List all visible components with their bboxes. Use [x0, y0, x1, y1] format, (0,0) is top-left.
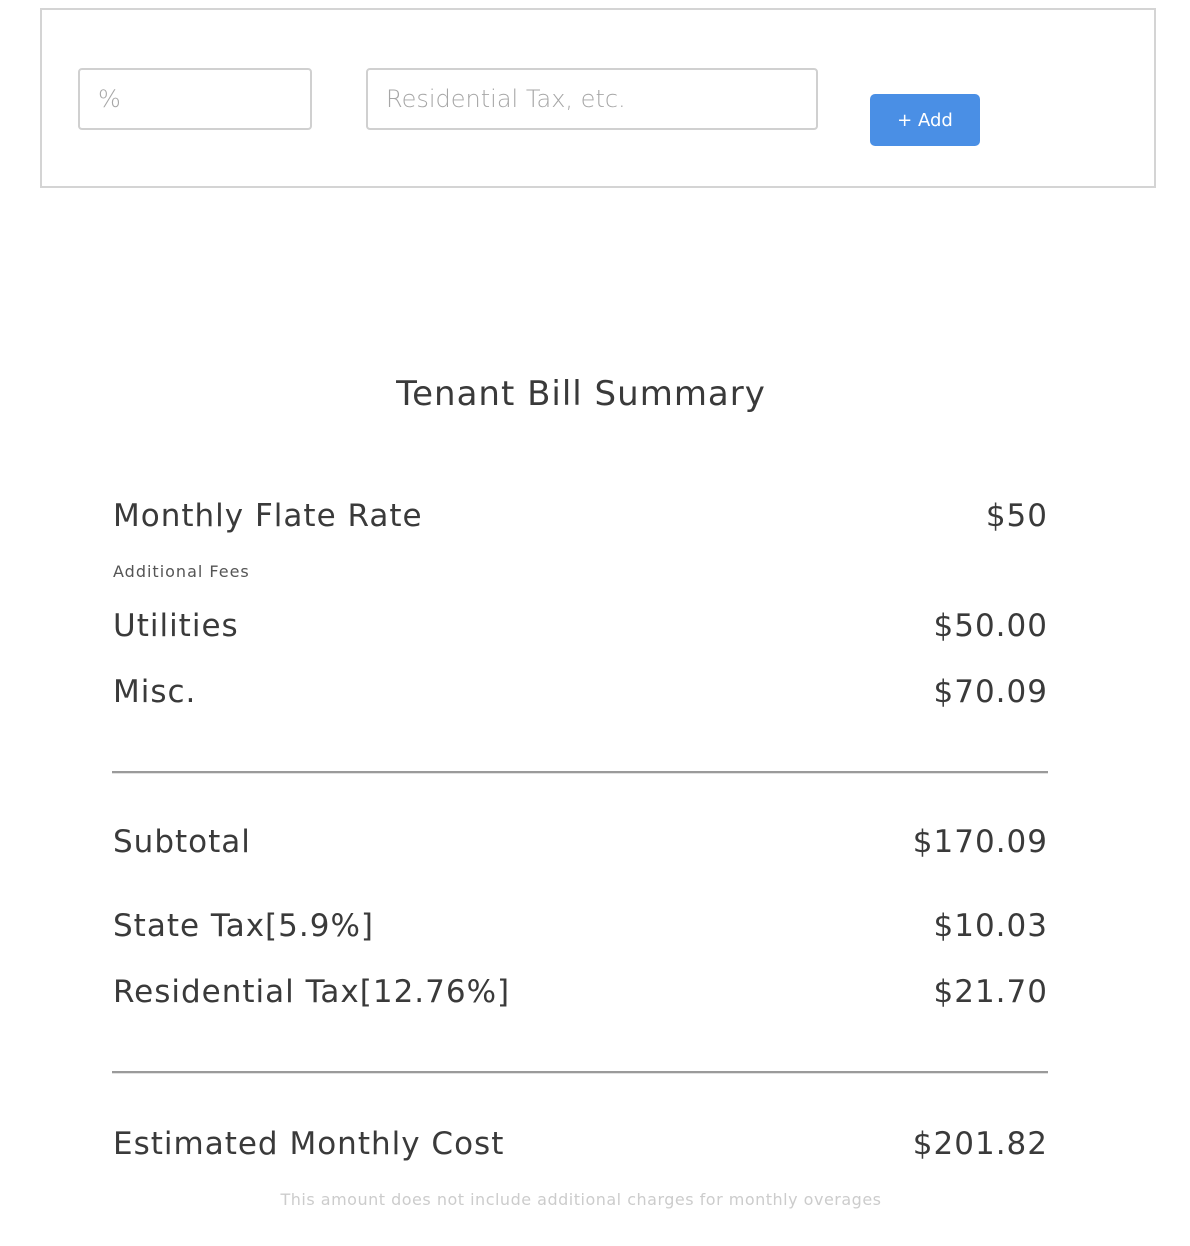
flat-rate-row: Monthly Flate Rate $50 [113, 498, 1048, 534]
total-label: Estimated Monthly Cost [113, 1126, 505, 1162]
fee-value: $70.09 [933, 674, 1048, 710]
flat-rate-label: Monthly Flate Rate [113, 498, 423, 534]
total-row: Estimated Monthly Cost $201.82 [113, 1126, 1048, 1162]
fee-label: Utilities [113, 608, 239, 644]
add-tax-panel: + Add [40, 8, 1156, 188]
subtotal-row: Subtotal $170.09 [113, 824, 1048, 860]
fee-row: Misc. $70.09 [113, 674, 1048, 710]
subtotal-value: $170.09 [912, 824, 1048, 860]
disclaimer-note: This amount does not include additional … [280, 1190, 882, 1209]
tax-percent-input[interactable] [78, 68, 312, 130]
tax-row: Residential Tax[12.76%] $21.70 [113, 974, 1048, 1010]
tax-name-input[interactable] [366, 68, 818, 130]
total-value: $201.82 [912, 1126, 1048, 1162]
tax-label: Residential Tax[12.76%] [113, 974, 511, 1010]
taxes-divider [112, 1071, 1048, 1074]
add-tax-button[interactable]: + Add [870, 94, 980, 146]
fee-label: Misc. [113, 674, 197, 710]
summary-title: Tenant Bill Summary [396, 374, 766, 414]
tax-label: State Tax[5.9%] [113, 908, 375, 944]
fee-row: Utilities $50.00 [113, 608, 1048, 644]
additional-fees-label: Additional Fees [113, 562, 250, 581]
fees-divider [112, 771, 1048, 774]
tax-row: State Tax[5.9%] $10.03 [113, 908, 1048, 944]
tax-value: $10.03 [933, 908, 1048, 944]
subtotal-label: Subtotal [113, 824, 251, 860]
fee-value: $50.00 [933, 608, 1048, 644]
flat-rate-value: $50 [985, 498, 1048, 534]
tax-value: $21.70 [933, 974, 1048, 1010]
